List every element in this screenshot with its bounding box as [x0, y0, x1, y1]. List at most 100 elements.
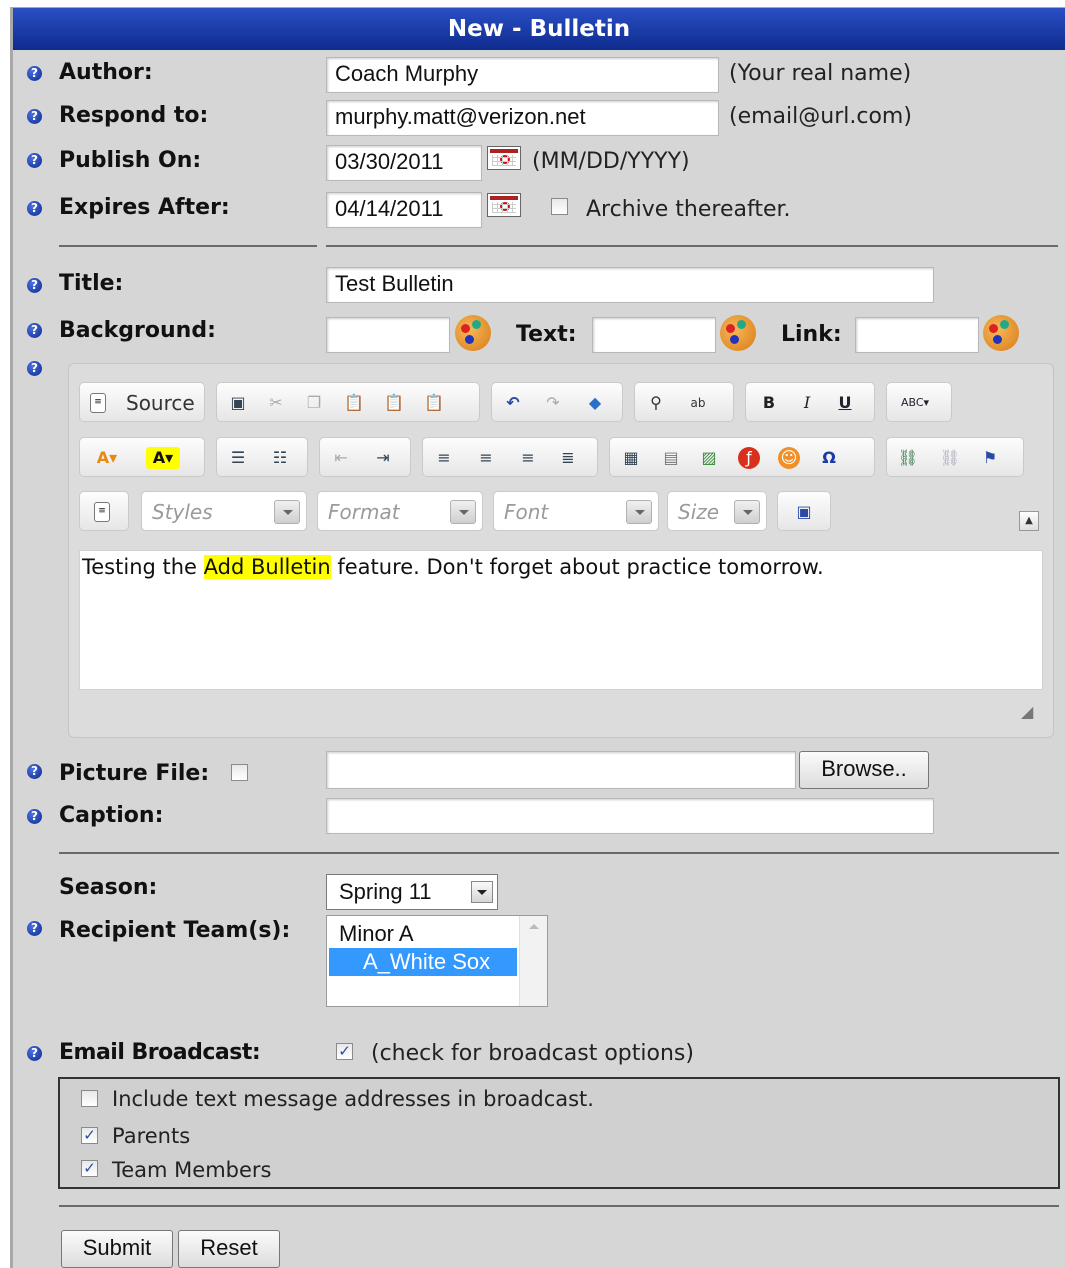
bulleted-list-icon[interactable]: ☷ — [269, 447, 291, 469]
submit-button[interactable]: Submit — [61, 1230, 173, 1268]
color-palette-icon[interactable] — [720, 315, 756, 351]
help-icon[interactable]: ? — [27, 809, 42, 824]
team-option-selected[interactable]: A_White Sox — [329, 948, 517, 976]
align-center-icon[interactable]: ≡ — [475, 447, 497, 469]
help-icon[interactable]: ? — [27, 66, 42, 81]
picture-file-label: Picture File: — [59, 761, 210, 786]
collapse-toolbar-icon[interactable]: ▲ — [1019, 511, 1039, 531]
select-all-icon[interactable]: ▣ — [227, 392, 249, 414]
styles-dropdown[interactable]: Styles — [141, 491, 307, 531]
background-color-input[interactable] — [326, 317, 450, 353]
help-icon[interactable]: ? — [27, 153, 42, 168]
help-icon[interactable]: ? — [27, 764, 42, 779]
title-input[interactable]: Test Bulletin — [326, 267, 934, 303]
replace-icon[interactable]: ab — [687, 392, 709, 414]
font-dropdown[interactable]: Font — [493, 491, 659, 531]
unlink-icon[interactable]: ⛓ — [939, 447, 961, 469]
align-left-icon[interactable]: ≡ — [433, 447, 455, 469]
email-broadcast-checkbox[interactable]: ✓ — [336, 1043, 353, 1060]
anchor-icon[interactable]: ⚑ — [979, 447, 1001, 469]
eraser-icon[interactable]: ◆ — [584, 392, 606, 414]
caption-label: Caption: — [59, 803, 164, 828]
image-icon[interactable]: ▨ — [698, 447, 720, 469]
listbox-scrollbar[interactable] — [519, 916, 547, 1006]
picture-file-checkbox[interactable] — [231, 764, 248, 781]
parents-checkbox[interactable]: ✓ — [81, 1127, 98, 1144]
calendar-icon[interactable] — [487, 193, 521, 217]
text-color-icon[interactable]: A▾ — [90, 447, 124, 469]
help-icon[interactable]: ? — [27, 323, 42, 338]
resize-handle-icon[interactable]: ◢ — [1021, 702, 1041, 722]
help-icon[interactable]: ? — [27, 1046, 42, 1061]
help-icon[interactable]: ? — [27, 278, 42, 293]
divider — [59, 245, 317, 247]
editor-content[interactable]: Testing the Add Bulletin feature. Don't … — [79, 550, 1043, 690]
publish-on-input[interactable]: 03/30/2011 — [326, 145, 482, 181]
dropdown-arrow-icon[interactable] — [450, 500, 476, 524]
spellcheck-button[interactable]: ABC▾ — [886, 382, 952, 422]
indent-icon[interactable]: ⇥ — [372, 447, 394, 469]
find-icon[interactable]: ⚲ — [645, 392, 667, 414]
color-palette-icon[interactable] — [455, 315, 491, 351]
link-icon[interactable]: ⛓ — [897, 447, 919, 469]
templates-button[interactable]: ≡ — [79, 491, 129, 531]
dropdown-arrow-icon[interactable] — [471, 881, 493, 903]
indent-group: ⇤ ⇥ — [319, 437, 411, 477]
undo-icon[interactable]: ↶ — [502, 392, 524, 414]
flash-icon[interactable]: ƒ — [738, 447, 760, 469]
email-broadcast-label: Email Broadcast: — [59, 1040, 261, 1065]
dropdown-arrow-icon[interactable] — [274, 500, 300, 524]
include-text-message-checkbox[interactable] — [81, 1090, 98, 1107]
special-char-icon[interactable]: Ω — [818, 447, 840, 469]
numbered-list-icon[interactable]: ☰ — [227, 447, 249, 469]
divider — [326, 245, 1058, 247]
copy-icon[interactable]: ❐ — [303, 392, 325, 414]
help-icon[interactable]: ? — [27, 361, 42, 376]
browse-button[interactable]: Browse.. — [799, 751, 929, 789]
team-members-checkbox[interactable]: ✓ — [81, 1160, 98, 1177]
season-select[interactable]: Spring 11 — [326, 874, 498, 910]
source-button[interactable]: ≡ Source — [79, 382, 205, 422]
horizontal-rule-icon[interactable]: ▤ — [660, 447, 682, 469]
paste-text-icon[interactable]: 📋 — [383, 392, 405, 414]
author-input[interactable]: Coach Murphy — [326, 57, 719, 93]
team-option[interactable]: Minor A — [329, 920, 517, 948]
format-dropdown[interactable]: Format — [317, 491, 483, 531]
smiley-icon[interactable]: ☺ — [778, 447, 800, 469]
underline-icon[interactable]: U — [834, 392, 856, 414]
align-right-icon[interactable]: ≡ — [517, 447, 539, 469]
italic-icon[interactable]: I — [796, 392, 818, 414]
archive-checkbox[interactable] — [551, 198, 568, 215]
cut-icon[interactable]: ✂ — [265, 392, 287, 414]
maximize-button[interactable]: ▣ — [777, 491, 831, 531]
size-dropdown[interactable]: Size — [667, 491, 767, 531]
help-icon[interactable]: ? — [27, 109, 42, 124]
styles-placeholder: Styles — [152, 500, 213, 524]
content-text-rest: feature. Don't forget about practice tom… — [330, 555, 824, 579]
dropdown-arrow-icon[interactable] — [626, 500, 652, 524]
recipient-teams-listbox[interactable]: Minor A A_White Sox — [326, 915, 548, 1007]
bold-icon[interactable]: B — [758, 392, 780, 414]
list-group: ☰ ☷ — [216, 437, 308, 477]
align-justify-icon[interactable]: ≣ — [557, 447, 579, 469]
redo-icon[interactable]: ↷ — [542, 392, 564, 414]
caption-input[interactable] — [326, 798, 934, 834]
outdent-icon[interactable]: ⇤ — [330, 447, 352, 469]
text-color-input[interactable] — [592, 317, 716, 353]
color-palette-icon[interactable] — [983, 315, 1019, 351]
table-icon[interactable]: ▦ — [620, 447, 642, 469]
help-icon[interactable]: ? — [27, 921, 42, 936]
dropdown-arrow-icon[interactable] — [734, 500, 760, 524]
calendar-icon[interactable] — [487, 146, 521, 170]
reset-button[interactable]: Reset — [178, 1230, 280, 1268]
expires-after-input[interactable]: 04/14/2011 — [326, 192, 482, 228]
respond-to-input[interactable]: murphy.matt@verizon.net — [326, 100, 719, 136]
help-icon[interactable]: ? — [27, 201, 42, 216]
paste-icon[interactable]: 📋 — [343, 392, 365, 414]
bulletin-form: New - Bulletin ? Author: Coach Murphy (Y… — [10, 7, 1065, 1268]
link-color-input[interactable] — [855, 317, 979, 353]
paste-word-icon[interactable]: 📋 — [423, 392, 445, 414]
scroll-up-icon[interactable] — [529, 924, 539, 929]
background-color-icon[interactable]: A▾ — [146, 447, 180, 469]
picture-file-input[interactable] — [326, 751, 796, 789]
